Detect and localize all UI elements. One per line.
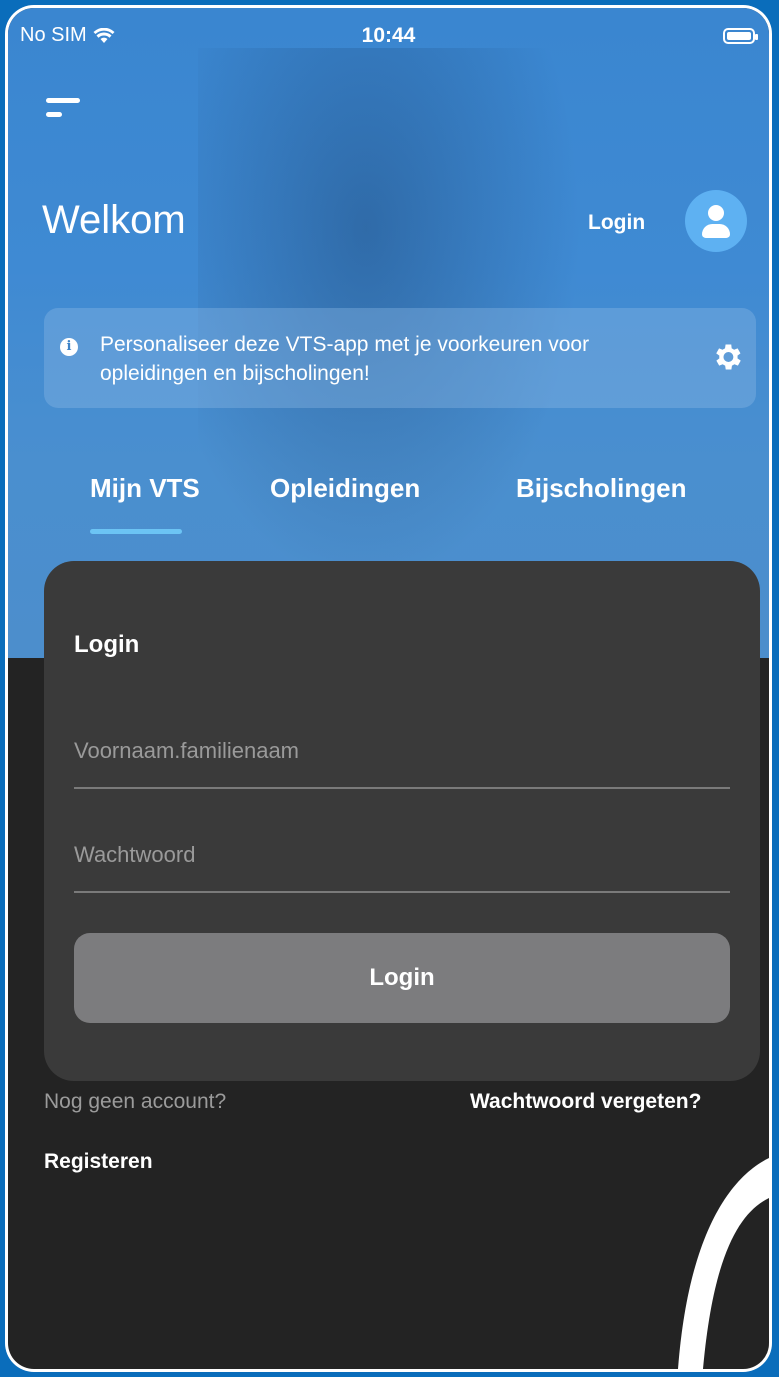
login-card: Login Login bbox=[44, 561, 760, 1081]
status-time: 10:44 bbox=[361, 24, 416, 47]
no-account-text: Nog geen account? bbox=[44, 1090, 227, 1113]
tab-opleidingen[interactable]: Opleidingen bbox=[270, 473, 420, 504]
username-field[interactable] bbox=[74, 721, 730, 791]
username-underline bbox=[74, 787, 730, 789]
page-title: Welkom bbox=[42, 198, 186, 242]
login-button[interactable]: Login bbox=[74, 933, 730, 1023]
avatar[interactable] bbox=[685, 190, 747, 252]
menu-line-top bbox=[46, 98, 80, 103]
password-input[interactable] bbox=[74, 825, 730, 885]
menu-line-bottom bbox=[46, 112, 62, 117]
brand-swoosh-logo bbox=[678, 1158, 769, 1369]
user-icon-body bbox=[702, 224, 730, 238]
phone-screen: No SIM 10:44 Welkom Login i Personalisee… bbox=[8, 8, 769, 1369]
personalize-banner[interactable]: i Personaliseer deze VTS-app met je voor… bbox=[44, 308, 756, 408]
register-link[interactable]: Registeren bbox=[44, 1150, 153, 1174]
banner-text: Personaliseer deze VTS-app met je voorke… bbox=[100, 333, 590, 385]
status-bar: No SIM 10:44 bbox=[8, 8, 769, 64]
user-icon-head bbox=[708, 205, 724, 221]
tab-mijn-vts[interactable]: Mijn VTS bbox=[90, 473, 200, 504]
active-tab-indicator bbox=[90, 529, 182, 534]
username-input[interactable] bbox=[74, 721, 730, 781]
menu-icon[interactable] bbox=[46, 94, 86, 124]
gear-icon[interactable] bbox=[710, 340, 744, 374]
login-card-title: Login bbox=[74, 631, 140, 658]
battery-icon bbox=[723, 28, 758, 44]
info-icon: i bbox=[60, 338, 78, 356]
forgot-password-link[interactable]: Wachtwoord vergeten? bbox=[470, 1090, 701, 1114]
password-underline bbox=[74, 891, 730, 893]
tab-bar: Mijn VTS Opleidingen Bijscholingen bbox=[8, 473, 769, 543]
header-login-link[interactable]: Login bbox=[588, 211, 645, 235]
password-field[interactable] bbox=[74, 825, 730, 895]
tab-bijscholingen[interactable]: Bijscholingen bbox=[516, 473, 686, 504]
